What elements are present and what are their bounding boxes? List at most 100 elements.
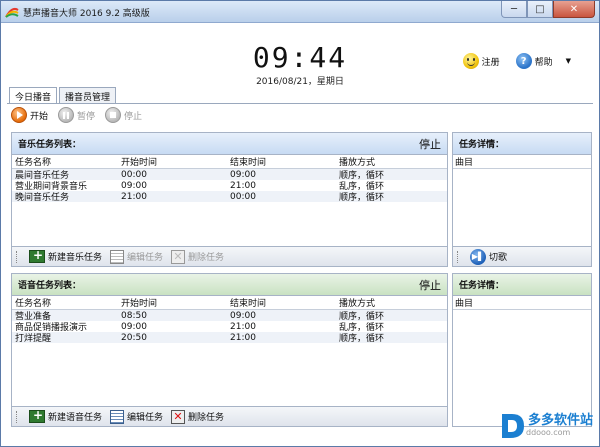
register-label: 注册	[481, 57, 500, 68]
delete-voice-task-button[interactable]: ✕ 删除任务	[171, 409, 225, 424]
music-detail-title: 任务详情：	[459, 140, 505, 150]
tab-announcer-management[interactable]: 播音员管理	[59, 87, 117, 103]
cell: 20:50	[121, 332, 147, 343]
column-header[interactable]: 任务名称	[12, 296, 121, 309]
pause-icon	[58, 107, 75, 123]
voice-status: 停止	[419, 278, 441, 292]
next-track-label: 切歌	[489, 253, 508, 263]
start-label: 开始	[30, 111, 49, 122]
track-column-header[interactable]: 曲目	[453, 296, 591, 310]
column-header[interactable]: 任务名称	[12, 155, 121, 168]
cell: 00:00	[230, 191, 256, 202]
next-track-button[interactable]: ▶▌ 切歌	[470, 248, 508, 265]
column-header[interactable]: 播放方式	[339, 296, 439, 309]
table-row[interactable]: 打烊提醒 20:50 21:00 顺序，循环	[12, 332, 447, 344]
new-music-task-label: 新建音乐任务	[48, 253, 103, 263]
stop-label: 停止	[124, 111, 143, 122]
table-header: 任务名称 开始时间 结束时间 播放方式	[12, 155, 447, 169]
title-bar[interactable]: 慧声播音大师 2016 9.2 高级版 ─ □ ✕	[1, 1, 599, 23]
column-header[interactable]: 开始时间	[121, 155, 230, 168]
help-icon: ?	[515, 53, 532, 69]
music-panel-footer: 新建音乐任务 编辑任务 ✕ 删除任务	[12, 246, 447, 266]
clock-date: 2016/08/21，星期日	[256, 77, 344, 87]
edit-task-label: 编辑任务	[127, 253, 164, 263]
cell: 21:00	[230, 321, 256, 332]
column-header[interactable]: 播放方式	[339, 155, 439, 168]
music-detail-header: 任务详情：	[453, 133, 591, 155]
edit-task-label: 编辑任务	[127, 413, 164, 423]
column-header[interactable]: 结束时间	[230, 296, 339, 309]
toolbar-grip[interactable]	[457, 250, 460, 263]
music-task-panel: 音乐任务列表： 停止 任务名称 开始时间 结束时间 播放方式 晨间音乐任务 00…	[11, 132, 448, 267]
music-panel-header: 音乐任务列表： 停止	[12, 133, 447, 155]
cell: 09:00	[121, 321, 147, 332]
smiley-icon	[462, 53, 479, 69]
help-label: 帮助	[534, 57, 553, 68]
delete-task-label: 删除任务	[188, 253, 225, 263]
help-button[interactable]: ? 帮助 ▼	[515, 53, 571, 69]
register-button[interactable]: 注册	[462, 53, 500, 69]
playback-toolbar: 开始 暂停 停止	[11, 107, 142, 123]
column-header[interactable]: 开始时间	[121, 296, 230, 309]
window-title: 慧声播音大师 2016 9.2 高级版	[23, 9, 150, 19]
voice-detail-panel: 任务详情： 曲目	[452, 273, 592, 427]
tab-bar: 今日播音 播音员管理	[9, 87, 118, 104]
cell: 21:00	[230, 180, 256, 191]
cell: 21:00	[230, 332, 256, 343]
watermark-logo-icon	[501, 414, 524, 438]
music-task-table: 任务名称 开始时间 结束时间 播放方式 晨间音乐任务 00:00 09:00 顺…	[12, 155, 447, 203]
new-voice-task-label: 新建语音任务	[48, 413, 103, 423]
cell: 21:00	[121, 191, 147, 202]
cell: 09:00	[121, 180, 147, 191]
play-icon	[11, 107, 27, 123]
edit-icon	[110, 249, 125, 264]
cell: 顺序，循环	[339, 193, 385, 203]
new-music-task-button[interactable]: 新建音乐任务	[29, 248, 103, 263]
voice-task-panel: 语音任务列表： 停止 任务名称 开始时间 结束时间 播放方式 营业准备 08:5…	[11, 273, 448, 427]
track-column-header[interactable]: 曲目	[453, 155, 591, 169]
delete-icon: ✕	[171, 249, 186, 264]
toolbar-grip[interactable]	[16, 410, 19, 423]
pause-button[interactable]: 暂停	[58, 107, 95, 123]
toolbar-grip[interactable]	[16, 250, 19, 263]
voice-detail-header: 任务详情：	[453, 274, 591, 296]
voice-panel-header: 语音任务列表： 停止	[12, 274, 447, 296]
new-voice-task-button[interactable]: 新建语音任务	[29, 408, 103, 423]
voice-detail-title: 任务详情：	[459, 281, 505, 291]
voice-panel-footer: 新建语音任务 编辑任务 ✕ 删除任务	[12, 406, 447, 426]
voice-task-table: 任务名称 开始时间 结束时间 播放方式 营业准备 08:50 09:00 顺序，…	[12, 296, 447, 344]
music-detail-panel: 任务详情： 曲目 ▶▌ 切歌	[452, 132, 592, 267]
music-panel-title: 音乐任务列表：	[18, 140, 82, 150]
watermark-text: 多多软件站	[527, 412, 593, 428]
music-status: 停止	[419, 137, 441, 151]
skip-forward-icon: ▶▌	[470, 248, 486, 265]
tab-divider	[7, 103, 593, 104]
close-button[interactable]: ✕	[553, 1, 595, 18]
voice-panel-title: 语音任务列表：	[18, 281, 82, 291]
header-actions: 注册 ? 帮助 ▼	[462, 53, 571, 69]
column-header[interactable]: 结束时间	[230, 155, 339, 168]
start-button[interactable]: 开始	[11, 107, 48, 123]
cell: 晚间音乐任务	[15, 193, 70, 203]
minimize-button[interactable]: ─	[501, 1, 527, 18]
app-window: 慧声播音大师 2016 9.2 高级版 ─ □ ✕ 09:44 2016/08/…	[0, 0, 600, 447]
delete-task-label: 删除任务	[188, 413, 225, 423]
edit-voice-task-button[interactable]: 编辑任务	[110, 409, 164, 424]
pause-label: 暂停	[77, 111, 96, 122]
cell: 打烊提醒	[15, 334, 52, 344]
stop-icon	[105, 107, 122, 123]
add-task-icon	[29, 408, 45, 423]
cell: 00:00	[121, 169, 147, 180]
watermark-sub: ddooo.com	[525, 427, 571, 437]
stop-button[interactable]: 停止	[105, 107, 142, 123]
edit-music-task-button[interactable]: 编辑任务	[110, 249, 164, 264]
delete-music-task-button[interactable]: ✕ 删除任务	[171, 249, 225, 264]
table-row[interactable]: 晚间音乐任务 21:00 00:00 顺序，循环	[12, 191, 447, 203]
chevron-down-icon[interactable]: ▼	[566, 57, 571, 65]
tab-today-broadcast[interactable]: 今日播音	[9, 87, 58, 104]
edit-icon	[110, 409, 125, 424]
maximize-button[interactable]: □	[527, 1, 553, 18]
cell: 顺序，循环	[339, 334, 385, 344]
delete-icon: ✕	[171, 409, 186, 424]
cell: 09:00	[230, 169, 256, 180]
